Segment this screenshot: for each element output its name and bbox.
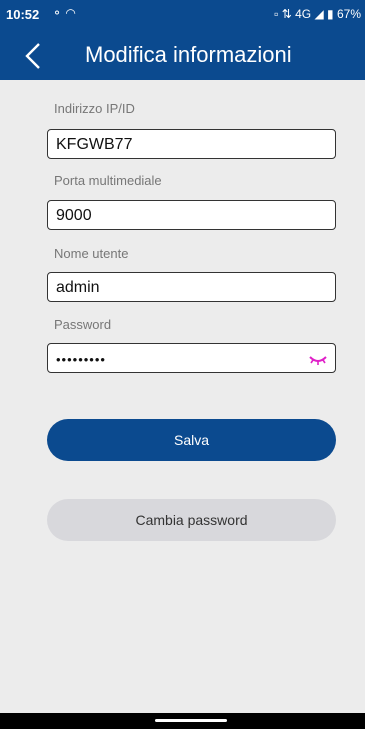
change-password-button[interactable]: Cambia password (47, 499, 336, 541)
ip-label: Indirizzo IP/ID (54, 101, 135, 116)
username-input[interactable]: admin (47, 272, 336, 302)
ip-id-input[interactable]: KFGWB77 (47, 129, 336, 159)
battery-level: 67% (336, 7, 361, 21)
status-time: 10:52 (6, 7, 40, 22)
app-header: 10:52 ⚬ ◠ ▫ ⇅ 4G ◢ ▮ 67% Modifica inform… (0, 0, 365, 80)
navigation-bar (0, 713, 365, 729)
battery-icon: ▮ (327, 7, 334, 21)
notification-icons: ⚬ ◠ (52, 6, 76, 20)
page-title: Modifica informazioni (85, 42, 292, 67)
port-input[interactable]: 9000 (47, 200, 336, 230)
username-value: admin (56, 279, 100, 296)
chevron-left-icon (25, 43, 40, 69)
signal-icons: ▫ ⇅ 4G ◢ (274, 7, 324, 21)
back-button[interactable] (22, 40, 46, 72)
username-label: Nome utente (54, 246, 129, 261)
status-right-icons: ▫ ⇅ 4G ◢ ▮ 67% (274, 7, 361, 21)
password-label: Password (54, 317, 112, 332)
home-gesture-handle[interactable] (155, 719, 227, 722)
ip-id-value: KFGWB77 (56, 136, 133, 153)
save-button[interactable]: Salva (47, 419, 336, 461)
password-value: ••••••••• (56, 352, 106, 367)
password-input[interactable]: ••••••••• (47, 343, 336, 373)
eye-closed-icon[interactable] (309, 352, 327, 366)
status-bar: 10:52 ⚬ ◠ ▫ ⇅ 4G ◢ ▮ 67% (0, 0, 365, 28)
port-value: 9000 (56, 207, 92, 224)
port-label: Porta multimediale (54, 173, 162, 188)
